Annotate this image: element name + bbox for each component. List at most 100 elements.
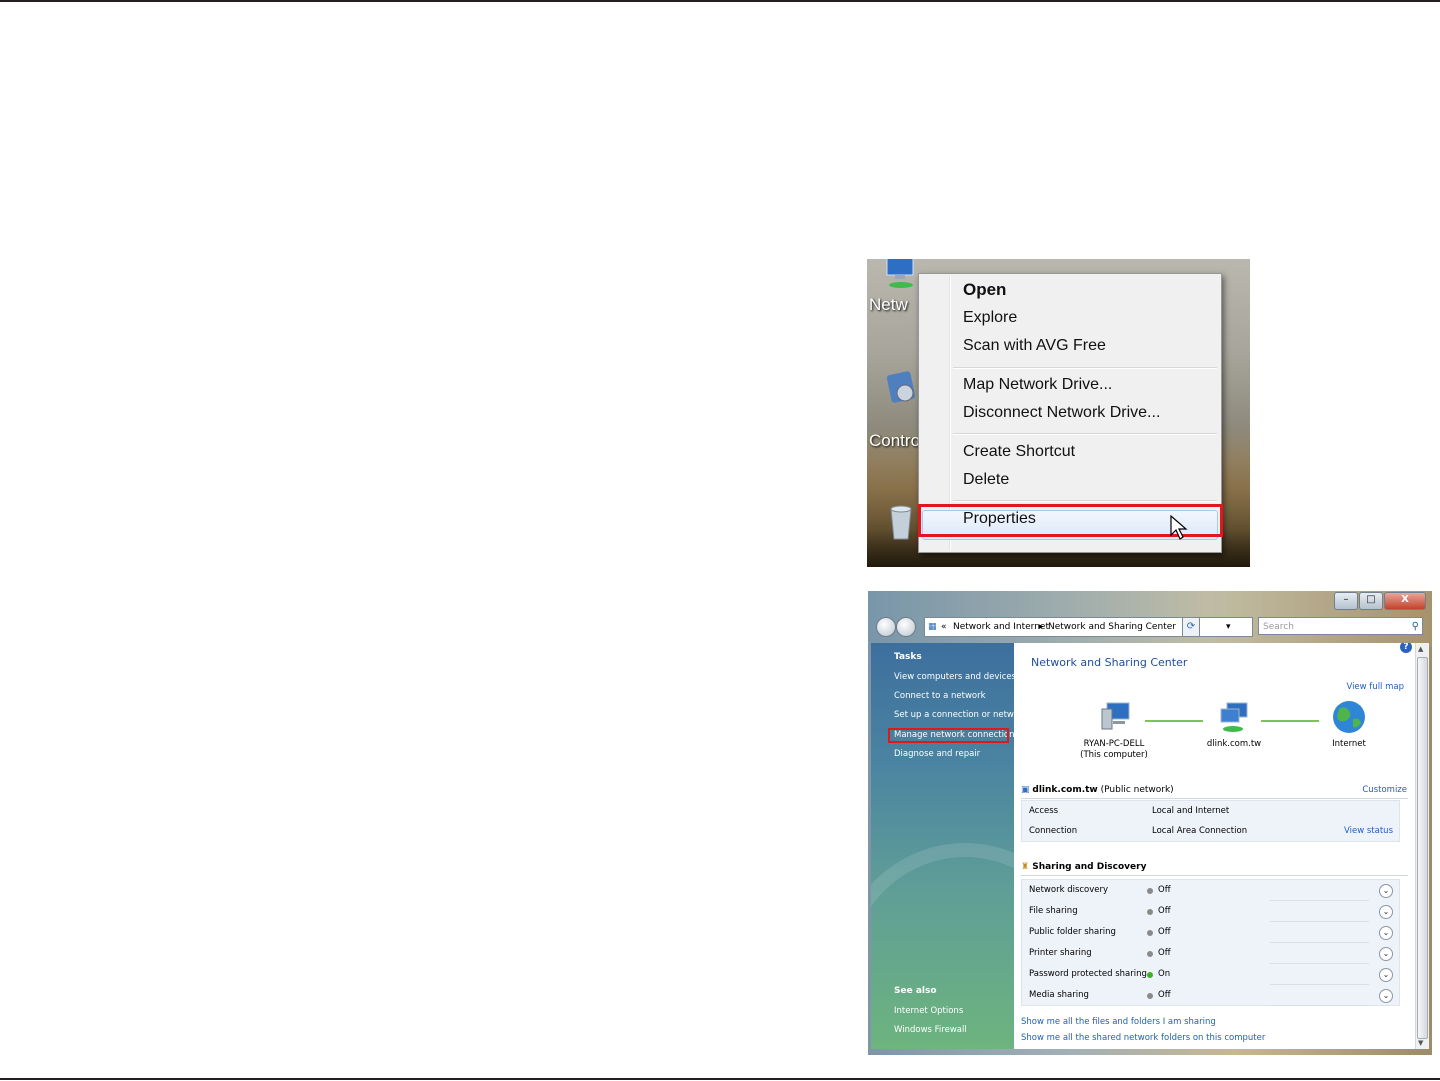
view-status-link[interactable]: View status (1344, 826, 1393, 836)
recycle-bin-icon[interactable] (881, 501, 921, 541)
internet-globe-icon (1333, 701, 1365, 733)
menu-item-disconnect-drive[interactable]: Disconnect Network Drive... (963, 400, 1160, 426)
show-shared-folders-link[interactable]: Show me all the shared network folders o… (1021, 1033, 1265, 1043)
sharing-row-label: Public folder sharing (1029, 927, 1116, 937)
network-desktop-icon[interactable] (881, 259, 921, 293)
node-computer-name: RYAN-PC-DELL (1083, 739, 1145, 749)
forward-button[interactable] (896, 617, 916, 637)
menu-item-open[interactable]: Open (963, 277, 1006, 303)
breadcrumb-network-internet[interactable]: Network and Internet (953, 618, 1049, 636)
sharing-row-label: Password protected sharing (1029, 969, 1147, 979)
manage-connections-red-highlight (888, 728, 1009, 743)
node-internet-name: Internet (1332, 739, 1366, 749)
connection-line (1261, 720, 1319, 722)
sharing-row[interactable]: Public folder sharing Off ⌄ (1022, 923, 1399, 943)
mouse-cursor-icon (1170, 515, 1188, 540)
scroll-thumb[interactable] (1417, 657, 1428, 1039)
row-separator (1270, 942, 1369, 943)
sidebar-decoration (871, 843, 1014, 1049)
link-internet-options[interactable]: Internet Options (894, 1006, 963, 1016)
menu-item-scan-avg[interactable]: Scan with AVG Free (963, 333, 1106, 359)
search-input[interactable]: Search ⚲ (1258, 617, 1423, 635)
row-separator (1270, 921, 1369, 922)
expand-chevron-icon[interactable]: ⌄ (1379, 947, 1393, 961)
expand-chevron-icon[interactable]: ⌄ (1379, 926, 1393, 940)
sharing-heading: Sharing and Discovery (1032, 862, 1147, 872)
network-name: dlink.com.tw (1032, 785, 1098, 795)
connection-line (1145, 720, 1203, 722)
menu-separator (953, 367, 1217, 369)
expand-chevron-icon[interactable]: ⌄ (1379, 968, 1393, 982)
close-button[interactable]: X (1384, 592, 1426, 610)
sharing-center-screenshot: – □ X ▦ « Network and Internet ▸ Network… (868, 591, 1432, 1055)
sharing-row-state: Off (1158, 885, 1171, 895)
menu-item-explore[interactable]: Explore (963, 305, 1017, 331)
sharing-row-label: Printer sharing (1029, 948, 1092, 958)
address-overflow[interactable]: « (941, 618, 947, 636)
main-content: Network and Sharing Center ? View full m… (1014, 643, 1415, 1049)
sharing-row-state: Off (1158, 948, 1171, 958)
address-bar[interactable]: ▦ « Network and Internet ▸ Network and S… (924, 617, 1253, 637)
task-sidebar: Tasks View computers and devices Connect… (871, 643, 1014, 1049)
menu-separator (953, 433, 1217, 435)
refresh-icon[interactable]: ⟳ (1182, 617, 1200, 637)
node-network-name: dlink.com.tw (1206, 739, 1262, 749)
expand-chevron-icon[interactable]: ⌄ (1379, 905, 1393, 919)
row-separator (1270, 963, 1369, 964)
connection-label: Connection (1029, 826, 1078, 836)
search-icon[interactable]: ⚲ (1412, 618, 1419, 636)
link-windows-firewall[interactable]: Windows Firewall (894, 1025, 967, 1035)
status-dot-icon (1147, 972, 1153, 978)
menu-item-delete[interactable]: Delete (963, 467, 1009, 493)
see-also-heading: See also (894, 986, 937, 996)
sharing-row[interactable]: File sharing Off ⌄ (1022, 902, 1399, 922)
sharing-row[interactable]: Printer sharing Off ⌄ (1022, 944, 1399, 964)
computer-icon (1101, 702, 1130, 730)
scroll-up-icon[interactable]: ▲ (1418, 645, 1423, 653)
context-menu-screenshot: Netw Contro Open Explore Scan with AVG F… (867, 259, 1250, 567)
row-separator (1270, 1005, 1369, 1006)
show-shared-files-link[interactable]: Show me all the files and folders I am s… (1021, 1017, 1216, 1027)
maximize-button[interactable]: □ (1359, 592, 1383, 610)
network-folder-icon: ▦ (928, 622, 937, 632)
control-panel-desktop-icon[interactable] (881, 367, 921, 407)
control-panel-desktop-label: Contro (869, 431, 921, 450)
sharing-row[interactable]: Network discovery Off ⌄ (1022, 881, 1399, 901)
network-icon (1220, 702, 1248, 732)
network-section-header: ▣ dlink.com.tw (Public network) (1021, 785, 1408, 799)
status-dot-icon (1147, 930, 1153, 936)
address-dropdown-icon[interactable]: ▾ (1226, 618, 1231, 636)
node-computer-sub: (This computer) (1080, 750, 1148, 760)
scroll-down-icon[interactable]: ▼ (1418, 1039, 1423, 1047)
minimize-button[interactable]: – (1334, 592, 1358, 610)
task-setup-connection[interactable]: Set up a connection or network (894, 710, 1014, 720)
view-full-map-link[interactable]: View full map (1346, 682, 1404, 692)
access-value: Local and Internet (1152, 806, 1230, 816)
back-button[interactable] (876, 617, 896, 637)
task-view-computers[interactable]: View computers and devices (894, 672, 1014, 682)
sharing-row-state: Off (1158, 927, 1171, 937)
window-controls: – □ X (1333, 592, 1426, 610)
sharing-row-state: Off (1158, 906, 1171, 916)
task-diagnose-repair[interactable]: Diagnose and repair (894, 749, 980, 759)
menu-item-create-shortcut[interactable]: Create Shortcut (963, 439, 1075, 465)
expand-chevron-icon[interactable]: ⌄ (1379, 884, 1393, 898)
menu-item-map-drive[interactable]: Map Network Drive... (963, 372, 1112, 398)
sharing-row-state: Off (1158, 990, 1171, 1000)
status-dot-icon (1147, 888, 1153, 894)
status-dot-icon (1147, 951, 1153, 957)
customize-link[interactable]: Customize (1362, 785, 1407, 795)
help-icon[interactable]: ? (1400, 643, 1412, 653)
status-dot-icon (1147, 909, 1153, 915)
breadcrumb-separator-icon[interactable]: ▸ (1039, 618, 1044, 636)
vertical-scrollbar[interactable]: ▲ ▼ (1415, 643, 1429, 1049)
page-title: Network and Sharing Center (1031, 656, 1188, 669)
expand-chevron-icon[interactable]: ⌄ (1379, 989, 1393, 1003)
task-connect-network[interactable]: Connect to a network (894, 691, 986, 701)
breadcrumb-sharing-center[interactable]: Network and Sharing Center (1048, 618, 1176, 636)
search-placeholder: Search (1263, 622, 1294, 632)
row-separator (1270, 984, 1369, 985)
network-type: (Public network) (1100, 785, 1174, 795)
sharing-row[interactable]: Password protected sharing On ⌄ (1022, 965, 1399, 985)
sharing-row[interactable]: Media sharing Off ⌄ (1022, 986, 1399, 1006)
